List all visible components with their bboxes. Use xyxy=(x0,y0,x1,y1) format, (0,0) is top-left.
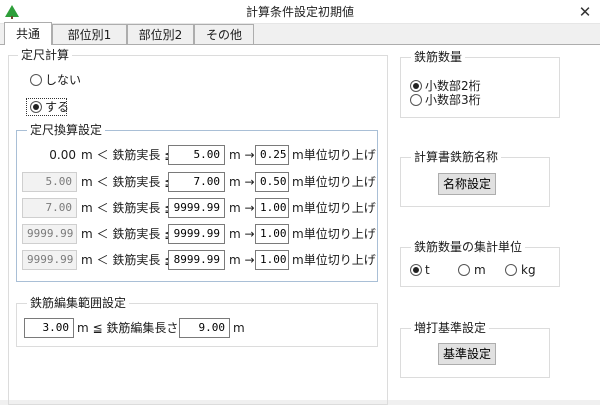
kansan-row1-lower: 0.00 xyxy=(49,148,76,162)
kansan-row1-arrow: m → xyxy=(229,148,255,162)
close-icon[interactable]: ✕ xyxy=(570,0,600,24)
kansan-row4-suffix: m単位切り上げ xyxy=(292,227,376,241)
kansan-row4-round-input[interactable]: 1.00 xyxy=(255,224,289,244)
kansan-row4-arrow: m → xyxy=(229,227,255,241)
kansan-row2-lower-input: 5.00 xyxy=(22,172,77,192)
unit-m-label[interactable]: m xyxy=(474,261,486,279)
kansan-row3-upper-input[interactable]: 9999.99 xyxy=(168,198,225,218)
kansan-row3-op: m ＜ 鉄筋実長 ≦ xyxy=(81,201,175,215)
suuryou-2digit-radio[interactable] xyxy=(410,80,422,92)
kansan-row2-upper-input[interactable]: 7.00 xyxy=(168,172,225,192)
window-title: 計算条件設定初期値 xyxy=(245,5,354,19)
tab-other[interactable]: その他 xyxy=(194,24,254,44)
henshu-max-input[interactable]: 9.00 xyxy=(179,318,230,338)
suuryou-3digit-label[interactable]: 小数部3桁 xyxy=(425,91,481,109)
kansan-row5-suffix: m単位切り上げ xyxy=(292,253,376,267)
kansan-row5-round-input[interactable]: 1.00 xyxy=(255,250,289,270)
unit-kg-radio[interactable] xyxy=(505,264,517,276)
name-settings-button[interactable]: 名称設定 xyxy=(438,173,496,195)
tab-part1[interactable]: 部位別1 xyxy=(52,24,127,44)
teishaku-on-label[interactable]: する xyxy=(45,98,69,116)
henshu-unit: m xyxy=(233,321,245,335)
kansan-row1-suffix: m単位切り上げ xyxy=(292,148,376,162)
kansan-row3-lower-input: 7.00 xyxy=(22,198,77,218)
unit-m-radio[interactable] xyxy=(458,264,470,276)
mashiuchi-group-title: 増打基準設定 xyxy=(411,319,490,336)
kansan-row2-round-input[interactable]: 0.50 xyxy=(255,172,289,192)
tab-part2[interactable]: 部位別2 xyxy=(127,24,194,44)
kansan-row5-upper-input[interactable]: 8999.99 xyxy=(168,250,225,270)
unit-t-radio[interactable] xyxy=(410,264,422,276)
tab-common[interactable]: 共通 xyxy=(4,22,52,45)
teishaku-off-label[interactable]: しない xyxy=(45,71,81,89)
base-settings-button[interactable]: 基準設定 xyxy=(438,343,496,365)
unit-t-label[interactable]: t xyxy=(425,261,430,279)
kansan-row1-op: m ＜ 鉄筋実長 ≦ xyxy=(81,148,175,162)
kansan-row1-round-input[interactable]: 0.25 xyxy=(255,145,289,165)
kansan-row3-suffix: m単位切り上げ xyxy=(292,201,376,215)
kansan-row3-arrow: m → xyxy=(229,201,255,215)
kansan-row5-op: m ＜ 鉄筋実長 ≦ xyxy=(81,253,175,267)
kansan-row2-op: m ＜ 鉄筋実長 ≦ xyxy=(81,175,175,189)
henshu-min-input[interactable]: 3.00 xyxy=(24,318,74,338)
kansan-row4-lower-input: 9999.99 xyxy=(22,224,77,244)
kansan-group-title: 定尺換算設定 xyxy=(27,121,106,138)
teishaku-group-title: 定尺計算 xyxy=(18,46,73,63)
henshu-group-title: 鉄筋編集範囲設定 xyxy=(27,294,130,311)
suuryou-3digit-radio[interactable] xyxy=(410,94,422,106)
kansan-row5-arrow: m → xyxy=(229,253,255,267)
unit-kg-label[interactable]: kg xyxy=(521,261,536,279)
meisho-group-title: 計算書鉄筋名称 xyxy=(411,148,502,165)
henshu-middle-label: m ≦ 鉄筋編集長さ ≦ xyxy=(77,321,193,335)
teishaku-on-radio[interactable] xyxy=(30,101,42,113)
kansan-row3-round-input[interactable]: 1.00 xyxy=(255,198,289,218)
kansan-row5-lower-input: 9999.99 xyxy=(22,250,77,270)
shuukei-group-title: 鉄筋数量の集計単位 xyxy=(411,238,526,255)
kansan-row4-op: m ＜ 鉄筋実長 ≦ xyxy=(81,227,175,241)
kansan-row2-arrow: m → xyxy=(229,175,255,189)
kansan-row2-suffix: m単位切り上げ xyxy=(292,175,376,189)
teishaku-off-radio[interactable] xyxy=(30,74,42,86)
kansan-row1-upper-input[interactable]: 5.00 xyxy=(168,145,225,165)
suuryou-group-title: 鉄筋数量 xyxy=(411,48,466,65)
kansan-row4-upper-input[interactable]: 9999.99 xyxy=(168,224,225,244)
